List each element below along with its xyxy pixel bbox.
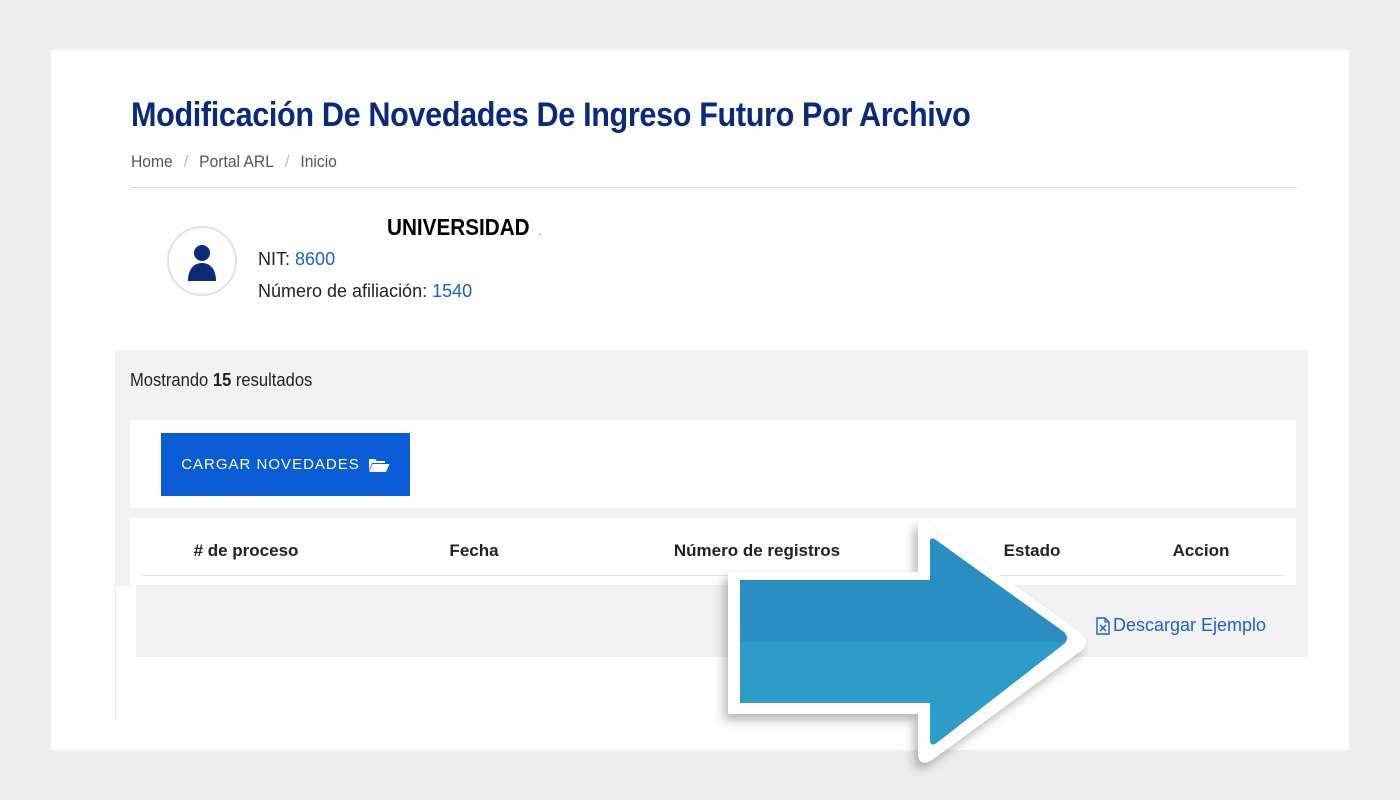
column-header-proceso[interactable]: # de proceso — [194, 541, 299, 561]
company-name-dot: . — [538, 222, 542, 238]
results-count: 15 — [212, 370, 232, 390]
afiliacion-label: Número de afiliación: — [258, 281, 428, 301]
breadcrumb-separator: / — [284, 152, 290, 171]
panel-edge — [115, 586, 116, 720]
header-divider — [131, 187, 1297, 188]
results-count-text: Mostrando 15 resultados — [130, 370, 312, 391]
descargar-ejemplo-link[interactable]: Descargar Ejemplo — [1096, 615, 1266, 636]
excel-file-icon — [1096, 616, 1110, 635]
afiliacion-value: 1540 — [432, 281, 473, 301]
breadcrumb-inicio: Inicio — [300, 152, 337, 171]
column-header-estado[interactable]: Estado — [1004, 541, 1061, 561]
avatar — [167, 226, 237, 296]
nit-value: 8600 — [295, 249, 336, 269]
afiliacion-line: Número de afiliación: 1540 — [258, 281, 472, 302]
page-title: Modificación De Novedades De Ingreso Fut… — [131, 96, 971, 134]
cargar-novedades-button[interactable]: CARGAR NOVEDADES — [161, 433, 410, 496]
column-header-registros[interactable]: Número de registros — [674, 541, 840, 561]
results-panel: Mostrando 15 resultados CARGAR NOVEDADES… — [115, 350, 1308, 586]
main-card: Modificación De Novedades De Ingreso Fut… — [51, 50, 1349, 750]
results-prefix: Mostrando — [130, 370, 209, 390]
breadcrumb-portal-arl[interactable]: Portal ARL — [199, 152, 274, 171]
company-name: UNIVERSIDAD — [387, 214, 530, 240]
column-header-fecha[interactable]: Fecha — [449, 541, 498, 561]
folder-open-icon — [368, 458, 390, 472]
nit-line: NIT: 8600 — [258, 249, 335, 270]
user-icon — [188, 245, 216, 281]
table-row: Descargar Ejemplo — [136, 585, 1308, 657]
cargar-novedades-label: CARGAR NOVEDADES — [181, 456, 360, 473]
descargar-ejemplo-label: Descargar Ejemplo — [1113, 615, 1267, 635]
column-header-accion[interactable]: Accion — [1173, 541, 1230, 561]
nit-label: NIT: — [258, 249, 291, 269]
table-header-divider — [142, 575, 1284, 576]
breadcrumb-home[interactable]: Home — [131, 152, 173, 171]
breadcrumb-separator: / — [183, 152, 189, 171]
results-table-header: # de proceso Fecha Número de registros E… — [130, 518, 1296, 586]
toolbar: CARGAR NOVEDADES — [130, 420, 1296, 508]
results-suffix: resultados — [235, 370, 313, 390]
breadcrumb: Home / Portal ARL / Inicio — [131, 152, 337, 172]
